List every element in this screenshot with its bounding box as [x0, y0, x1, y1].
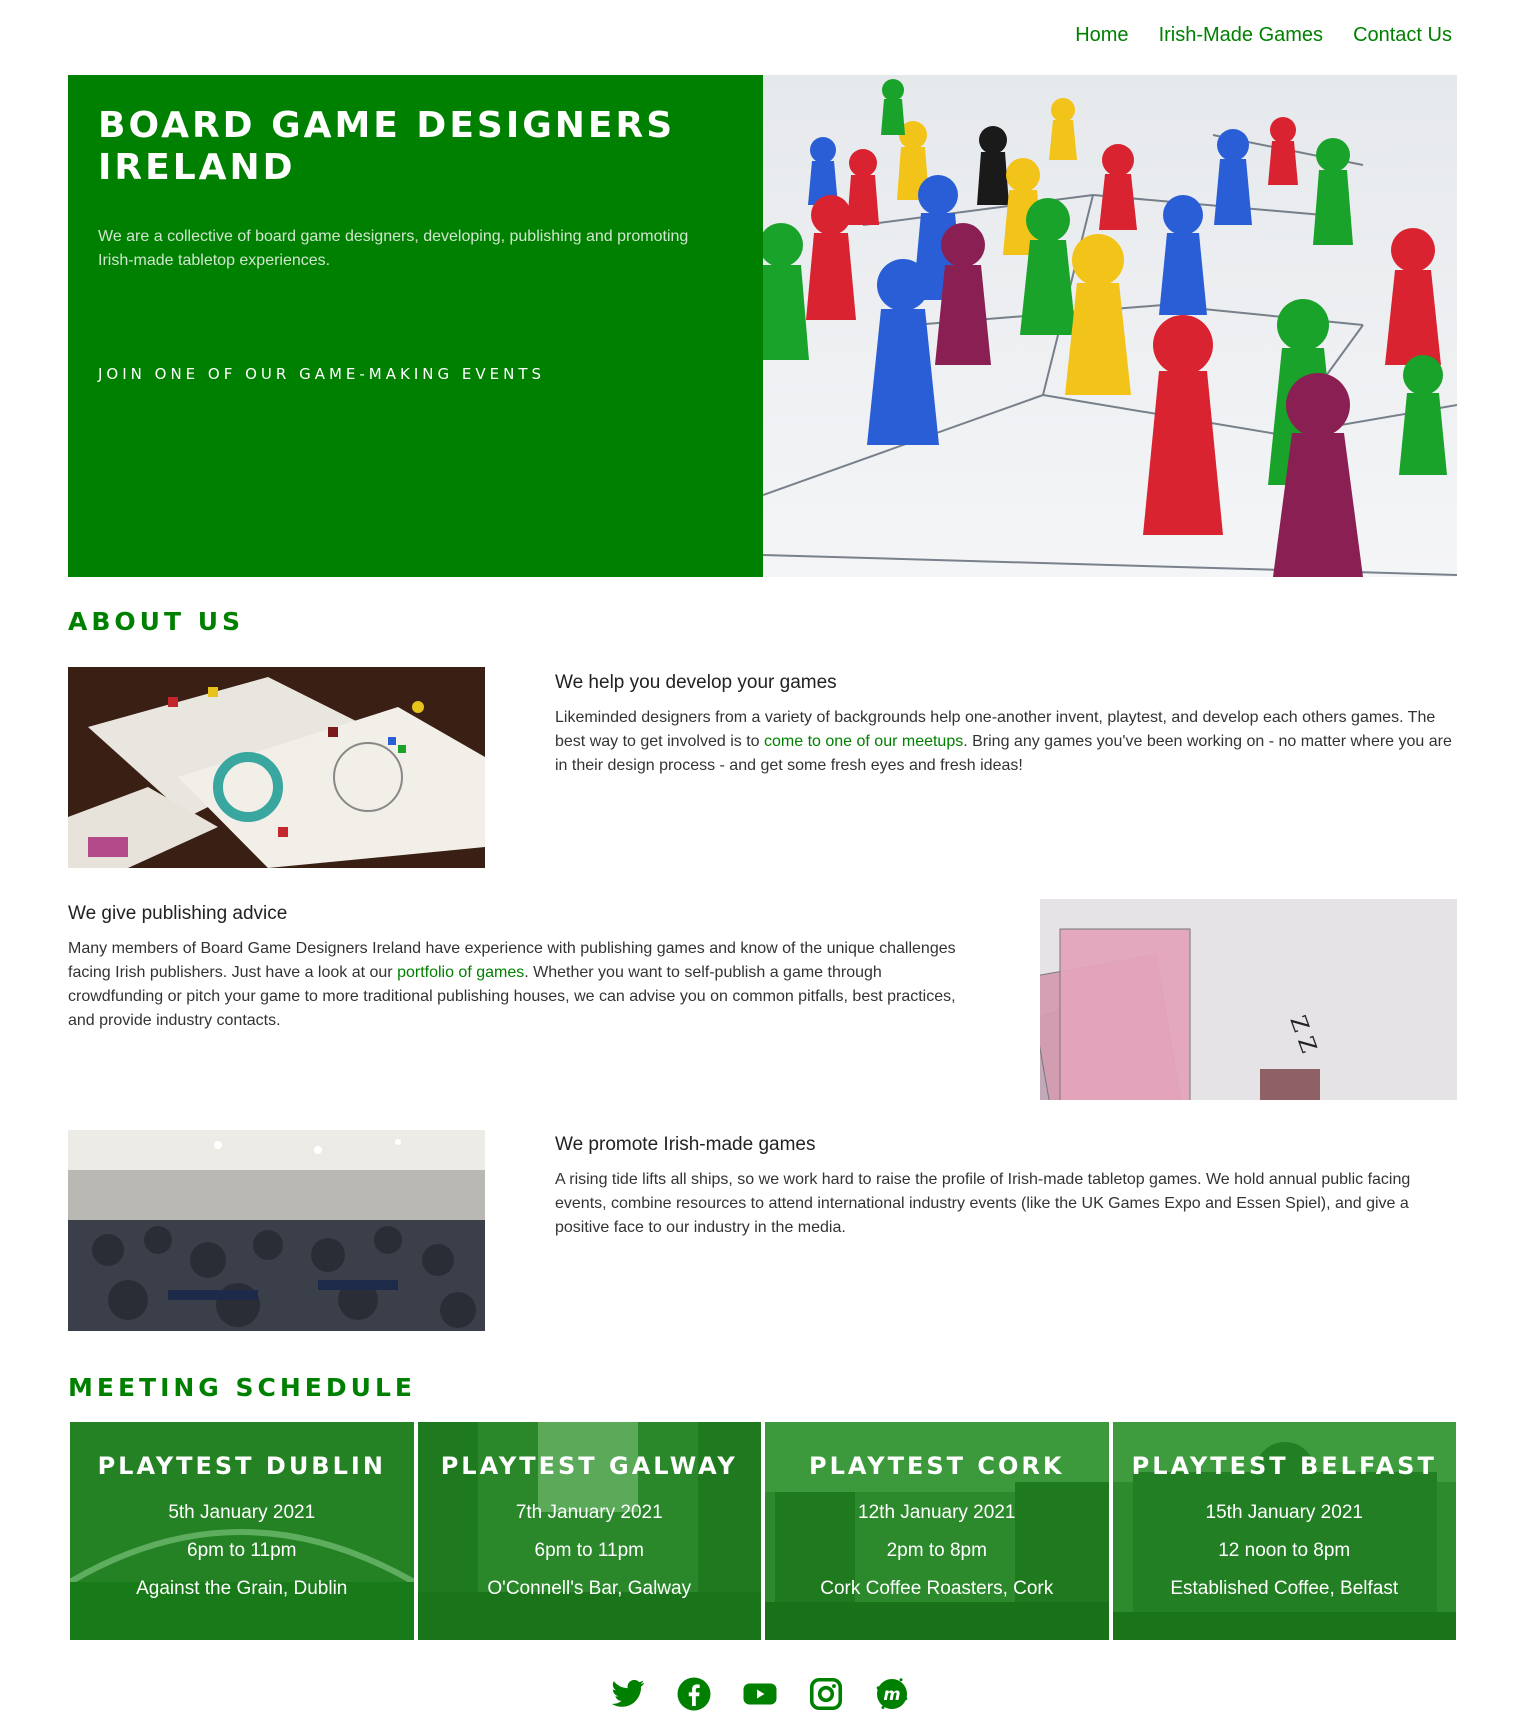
event-venue: Cork Coffee Roasters, Cork	[820, 1578, 1054, 1599]
event-card-belfast-content: PLAYTEST BELFAST 15th January 2021 12 no…	[1113, 1422, 1457, 1608]
about-publishing-block: We give publishing advice Many members o…	[68, 903, 968, 1033]
event-card-belfast[interactable]: PLAYTEST BELFAST 15th January 2021 12 no…	[1112, 1422, 1457, 1640]
facebook-icon[interactable]	[676, 1676, 712, 1712]
event-time: 2pm to 8pm	[886, 1540, 987, 1561]
event-name: PLAYTEST BELFAST	[1131, 1452, 1437, 1480]
event-venue: Established Coffee, Belfast	[1170, 1578, 1399, 1599]
about-image-game-convention	[68, 1130, 485, 1331]
event-card-cork-content: PLAYTEST CORK 12th January 2021 2pm to 8…	[765, 1422, 1109, 1608]
pawns-illustration	[763, 75, 1457, 577]
nav-contact-us-link[interactable]: Contact Us	[1353, 24, 1452, 47]
event-venue: Against the Grain, Dublin	[136, 1578, 348, 1599]
event-venue: O'Connell's Bar, Galway	[487, 1578, 692, 1599]
meetups-link[interactable]: come to one of our meetups	[764, 733, 963, 750]
nav-home-link[interactable]: Home	[1075, 24, 1128, 47]
hero-panel: BOARD GAME DESIGNERS IRELAND We are a co…	[68, 75, 763, 577]
join-events-link[interactable]: JOIN ONE OF OUR GAME-MAKING EVENTS	[98, 365, 545, 383]
about-promote-text: A rising tide lifts all ships, so we wor…	[555, 1171, 1411, 1236]
hero-section: BOARD GAME DESIGNERS IRELAND We are a co…	[68, 75, 1457, 577]
hero-description: We are a collective of board game design…	[98, 228, 689, 269]
event-card-dublin-content: PLAYTEST DUBLIN 5th January 2021 6pm to …	[70, 1422, 414, 1608]
event-name: PLAYTEST DUBLIN	[97, 1452, 386, 1480]
event-name: PLAYTEST CORK	[809, 1452, 1065, 1480]
social-links: m	[0, 1676, 1519, 1712]
main-nav: Home Irish-Made Games Contact Us	[1075, 24, 1452, 47]
svg-text:m: m	[883, 1685, 900, 1704]
event-time: 12 noon to 8pm	[1218, 1540, 1351, 1561]
about-promote-heading: We promote Irish-made games	[555, 1134, 816, 1155]
schedule-cards: PLAYTEST DUBLIN 5th January 2021 6pm to …	[70, 1422, 1456, 1640]
about-image-playing-cards: Z Z	[1040, 899, 1457, 1100]
about-image-board-game-table	[68, 667, 485, 868]
portfolio-link[interactable]: portfolio of games	[397, 964, 524, 981]
about-publishing-heading: We give publishing advice	[68, 903, 288, 924]
meeting-schedule-heading: MEETING SCHEDULE	[68, 1373, 416, 1402]
about-develop-heading: We help you develop your games	[555, 672, 837, 693]
event-card-galway[interactable]: PLAYTEST GALWAY 7th January 2021 6pm to …	[417, 1422, 762, 1640]
hero-image-board-game-pawns	[763, 75, 1457, 577]
youtube-icon[interactable]	[742, 1676, 778, 1712]
hero-title: BOARD GAME DESIGNERS IRELAND	[98, 105, 676, 188]
event-date: 5th January 2021	[168, 1502, 316, 1523]
about-develop-block: We help you develop your games Likeminde…	[555, 672, 1455, 778]
event-time: 6pm to 11pm	[534, 1540, 644, 1561]
event-card-cork[interactable]: PLAYTEST CORK 12th January 2021 2pm to 8…	[765, 1422, 1109, 1640]
event-card-dublin[interactable]: PLAYTEST DUBLIN 5th January 2021 6pm to …	[70, 1422, 414, 1640]
event-time: 6pm to 11pm	[187, 1540, 297, 1561]
about-publishing-text: Many members of Board Game Designers Ire…	[68, 937, 968, 1033]
instagram-icon[interactable]	[808, 1676, 844, 1712]
event-date: 15th January 2021	[1205, 1502, 1363, 1523]
event-card-galway-content: PLAYTEST GALWAY 7th January 2021 6pm to …	[418, 1422, 762, 1608]
meetup-icon[interactable]: m	[874, 1676, 910, 1712]
about-develop-text: Likeminded designers from a variety of b…	[555, 706, 1455, 778]
event-date: 7th January 2021	[515, 1502, 663, 1523]
event-date: 12th January 2021	[858, 1502, 1016, 1523]
twitter-icon[interactable]	[610, 1676, 646, 1712]
nav-irish-made-games-link[interactable]: Irish-Made Games	[1159, 24, 1324, 47]
about-promote-block: We promote Irish-made games A rising tid…	[555, 1134, 1455, 1240]
event-name: PLAYTEST GALWAY	[440, 1452, 738, 1480]
about-us-heading: ABOUT US	[68, 607, 245, 636]
